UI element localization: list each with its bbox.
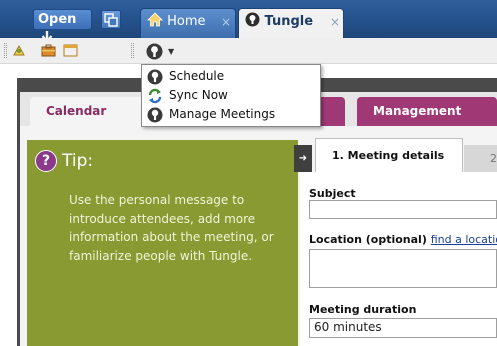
tab-tungle-close-icon[interactable]: × [330, 9, 340, 35]
location-input[interactable] [309, 249, 497, 288]
toolbar-grip[interactable] [131, 43, 134, 58]
windows-icon [104, 13, 118, 27]
menu-item-manage-meetings[interactable]: Manage Meetings [145, 105, 319, 124]
tip-body: Use the personal message to introduce at… [69, 193, 274, 263]
menu-item-label: Manage Meetings [169, 107, 276, 121]
open-button-label: Open [38, 12, 77, 27]
duration-select[interactable]: 60 minutes [309, 318, 497, 338]
subject-label: Subject [309, 187, 356, 200]
menu-item-label: Sync Now [169, 88, 228, 102]
subject-input[interactable] [309, 200, 497, 219]
step-next[interactable]: 2 [464, 145, 497, 172]
step-label: 2 [490, 152, 497, 165]
chevron-down-icon[interactable]: ▼ [168, 47, 174, 56]
tab-home[interactable]: Home × [140, 8, 236, 38]
find-location-link[interactable]: find a location [431, 233, 497, 246]
tip-title: Tip: [62, 151, 94, 171]
home-icon [147, 12, 163, 27]
open-button[interactable]: Open [33, 9, 92, 44]
tab-home-label: Home [167, 14, 206, 29]
duration-label: Meeting duration [309, 303, 417, 316]
tab-home-close-icon[interactable]: × [221, 9, 231, 35]
toolbar-grip[interactable] [4, 43, 7, 58]
tab-calendar[interactable]: Calendar [30, 97, 148, 126]
menu-item-schedule[interactable]: Schedule [145, 67, 319, 86]
window-icon[interactable] [62, 42, 79, 59]
tungle-icon [147, 69, 163, 85]
step-label: 1. Meeting details [332, 149, 445, 162]
menu-item-label: Schedule [169, 69, 225, 83]
tungle-dropdown-menu: Schedule Sync Now Manage Meetings [141, 64, 321, 127]
new-window-button[interactable] [101, 10, 121, 29]
tungle-icon [245, 12, 260, 27]
tab-tungle[interactable]: Tungle × [238, 8, 344, 38]
tungle-icon[interactable] [146, 43, 163, 60]
tab-management[interactable]: Management [357, 97, 497, 126]
menu-item-sync-now[interactable]: Sync Now [145, 86, 319, 105]
step-arrow-icon[interactable]: ➜ [294, 145, 312, 172]
share-icon[interactable] [11, 42, 28, 59]
location-label-text: Location (optional) [309, 233, 427, 246]
toolbar: ▼ [0, 38, 497, 64]
sync-icon [148, 88, 162, 104]
tungle-icon [147, 107, 163, 123]
question-icon: ? [35, 150, 57, 172]
browser-tab-strip: Open Home × Tungle × [0, 0, 497, 44]
location-label: Location (optional) find a location [309, 233, 497, 246]
briefcase-icon[interactable] [40, 42, 57, 59]
tab-tungle-label: Tungle [264, 14, 314, 29]
step-meeting-details[interactable]: 1. Meeting details [315, 138, 463, 172]
